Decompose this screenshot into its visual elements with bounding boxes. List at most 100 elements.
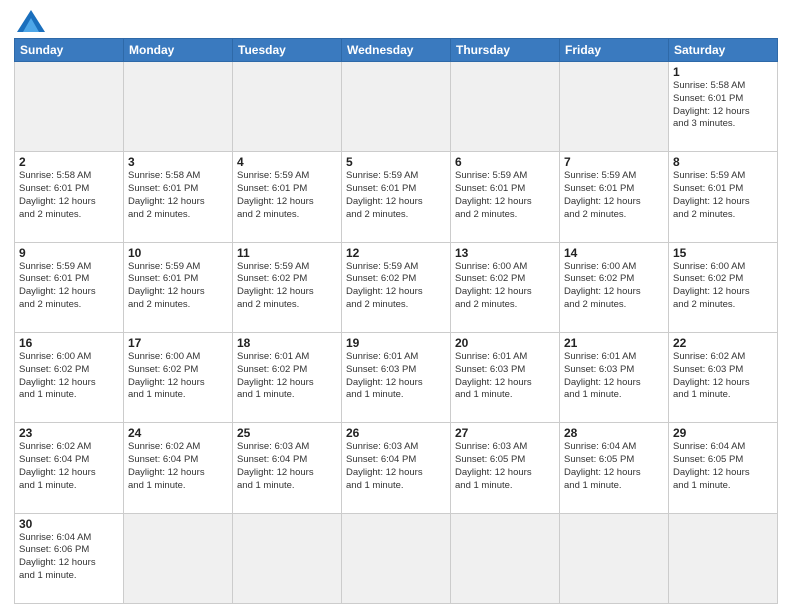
header: [14, 10, 778, 32]
day-number: 18: [237, 336, 337, 350]
calendar-day-cell: 16Sunrise: 6:00 AMSunset: 6:02 PMDayligh…: [15, 332, 124, 422]
day-number: 29: [673, 426, 773, 440]
day-info: Sunrise: 6:01 AMSunset: 6:03 PMDaylight:…: [455, 351, 555, 402]
day-info: Sunrise: 5:59 AMSunset: 6:01 PMDaylight:…: [455, 170, 555, 221]
calendar-day-cell: [124, 513, 233, 603]
calendar-day-cell: [451, 513, 560, 603]
calendar-day-cell: 27Sunrise: 6:03 AMSunset: 6:05 PMDayligh…: [451, 423, 560, 513]
day-number: 10: [128, 246, 228, 260]
day-number: 11: [237, 246, 337, 260]
calendar-week-row: 2 Sunrise: 5:58 AMSunset: 6:01 PMDaylight…: [15, 152, 778, 242]
calendar-day-cell: 22Sunrise: 6:02 AMSunset: 6:03 PMDayligh…: [669, 332, 778, 422]
day-info: Sunrise: 5:58 AMSunset: 6:01 PMDaylight:…: [128, 170, 228, 221]
day-number: 20: [455, 336, 555, 350]
calendar-day-cell: 15Sunrise: 6:00 AMSunset: 6:02 PMDayligh…: [669, 242, 778, 332]
day-number: 16: [19, 336, 119, 350]
weekday-header: Saturday: [669, 39, 778, 62]
calendar-day-cell: [451, 62, 560, 152]
calendar-day-cell: 18Sunrise: 6:01 AMSunset: 6:02 PMDayligh…: [233, 332, 342, 422]
day-info: Sunrise: 6:00 AMSunset: 6:02 PMDaylight:…: [455, 261, 555, 312]
calendar-week-row: 1Sunrise: 5:58 AMSunset: 6:01 PMDaylight…: [15, 62, 778, 152]
logo-icon: [17, 10, 45, 32]
calendar-day-cell: 6Sunrise: 5:59 AMSunset: 6:01 PMDaylight…: [451, 152, 560, 242]
calendar-day-cell: 30Sunrise: 6:04 AMSunset: 6:06 PMDayligh…: [15, 513, 124, 603]
calendar-day-cell: 12Sunrise: 5:59 AMSunset: 6:02 PMDayligh…: [342, 242, 451, 332]
calendar-day-cell: 8Sunrise: 5:59 AMSunset: 6:01 PMDaylight…: [669, 152, 778, 242]
day-info: Sunrise: 5:59 AMSunset: 6:01 PMDaylight:…: [128, 261, 228, 312]
day-info: Sunrise: 6:04 AMSunset: 6:05 PMDaylight:…: [673, 441, 773, 492]
calendar-day-cell: [124, 62, 233, 152]
day-info: Sunrise: 6:03 AMSunset: 6:05 PMDaylight:…: [455, 441, 555, 492]
day-info: Sunrise: 5:59 AMSunset: 6:02 PMDaylight:…: [346, 261, 446, 312]
day-info: Sunrise: 5:59 AMSunset: 6:01 PMDaylight:…: [19, 261, 119, 312]
day-info: Sunrise: 6:03 AMSunset: 6:04 PMDaylight:…: [237, 441, 337, 492]
weekday-header: Monday: [124, 39, 233, 62]
calendar-day-cell: [560, 62, 669, 152]
weekday-header: Friday: [560, 39, 669, 62]
calendar-day-cell: 9Sunrise: 5:59 AMSunset: 6:01 PMDaylight…: [15, 242, 124, 332]
day-number: 30: [19, 517, 119, 531]
calendar-week-row: 16Sunrise: 6:00 AMSunset: 6:02 PMDayligh…: [15, 332, 778, 422]
calendar-day-cell: 13Sunrise: 6:00 AMSunset: 6:02 PMDayligh…: [451, 242, 560, 332]
calendar-day-cell: 11Sunrise: 5:59 AMSunset: 6:02 PMDayligh…: [233, 242, 342, 332]
day-number: 24: [128, 426, 228, 440]
day-number: 6: [455, 155, 555, 169]
day-number: 19: [346, 336, 446, 350]
calendar-day-cell: 10Sunrise: 5:59 AMSunset: 6:01 PMDayligh…: [124, 242, 233, 332]
day-info: Sunrise: 6:00 AMSunset: 6:02 PMDaylight:…: [673, 261, 773, 312]
day-info: Sunrise: 6:01 AMSunset: 6:03 PMDaylight:…: [564, 351, 664, 402]
calendar-day-cell: [342, 513, 451, 603]
calendar-day-cell: 7Sunrise: 5:59 AMSunset: 6:01 PMDaylight…: [560, 152, 669, 242]
calendar-day-cell: 23Sunrise: 6:02 AMSunset: 6:04 PMDayligh…: [15, 423, 124, 513]
calendar-day-cell: [342, 62, 451, 152]
day-info: Sunrise: 6:04 AMSunset: 6:06 PMDaylight:…: [19, 532, 119, 583]
day-number: 25: [237, 426, 337, 440]
day-info: Sunrise: 6:00 AMSunset: 6:02 PMDaylight:…: [564, 261, 664, 312]
calendar-day-cell: 25Sunrise: 6:03 AMSunset: 6:04 PMDayligh…: [233, 423, 342, 513]
day-number: 14: [564, 246, 664, 260]
weekday-header: Sunday: [15, 39, 124, 62]
calendar-day-cell: [15, 62, 124, 152]
calendar-day-cell: 2Sunrise: 5:58 AMSunset: 6:01 PMDaylight…: [15, 152, 124, 242]
calendar-day-cell: 1Sunrise: 5:58 AMSunset: 6:01 PMDaylight…: [669, 62, 778, 152]
calendar-table: SundayMondayTuesdayWednesdayThursdayFrid…: [14, 38, 778, 604]
calendar-week-row: 23Sunrise: 6:02 AMSunset: 6:04 PMDayligh…: [15, 423, 778, 513]
day-number: 28: [564, 426, 664, 440]
weekday-header: Wednesday: [342, 39, 451, 62]
day-number: 15: [673, 246, 773, 260]
calendar-day-cell: 4Sunrise: 5:59 AMSunset: 6:01 PMDaylight…: [233, 152, 342, 242]
day-number: 23: [19, 426, 119, 440]
weekday-header: Thursday: [451, 39, 560, 62]
calendar-body: 1 Sunrise: 5:58 AMSunset: 6:01 PMDaylight…: [15, 62, 778, 604]
calendar-day-cell: 17Sunrise: 6:00 AMSunset: 6:02 PMDayligh…: [124, 332, 233, 422]
day-number: 9: [19, 246, 119, 260]
day-number: 17: [128, 336, 228, 350]
day-number: 1: [673, 65, 773, 79]
day-info: Sunrise: 5:59 AMSunset: 6:02 PMDaylight:…: [237, 261, 337, 312]
calendar-day-cell: 26Sunrise: 6:03 AMSunset: 6:04 PMDayligh…: [342, 423, 451, 513]
day-number: 26: [346, 426, 446, 440]
calendar-day-cell: 24Sunrise: 6:02 AMSunset: 6:04 PMDayligh…: [124, 423, 233, 513]
calendar-day-cell: 28Sunrise: 6:04 AMSunset: 6:05 PMDayligh…: [560, 423, 669, 513]
calendar-day-cell: [669, 513, 778, 603]
day-number: 13: [455, 246, 555, 260]
day-info: Sunrise: 5:59 AMSunset: 6:01 PMDaylight:…: [673, 170, 773, 221]
day-number: 2: [19, 155, 119, 169]
day-info: Sunrise: 6:00 AMSunset: 6:02 PMDaylight:…: [19, 351, 119, 402]
day-number: 22: [673, 336, 773, 350]
calendar-week-row: 30Sunrise: 6:04 AMSunset: 6:06 PMDayligh…: [15, 513, 778, 603]
day-number: 21: [564, 336, 664, 350]
day-number: 12: [346, 246, 446, 260]
calendar-day-cell: 29Sunrise: 6:04 AMSunset: 6:05 PMDayligh…: [669, 423, 778, 513]
day-info: Sunrise: 6:04 AMSunset: 6:05 PMDaylight:…: [564, 441, 664, 492]
day-number: 5: [346, 155, 446, 169]
calendar-day-cell: [560, 513, 669, 603]
day-number: 27: [455, 426, 555, 440]
page: SundayMondayTuesdayWednesdayThursdayFrid…: [0, 0, 792, 612]
day-number: 7: [564, 155, 664, 169]
day-info: Sunrise: 6:01 AMSunset: 6:02 PMDaylight:…: [237, 351, 337, 402]
day-info: Sunrise: 6:00 AMSunset: 6:02 PMDaylight:…: [128, 351, 228, 402]
calendar-day-cell: [233, 513, 342, 603]
calendar-day-cell: [233, 62, 342, 152]
day-info: Sunrise: 6:02 AMSunset: 6:03 PMDaylight:…: [673, 351, 773, 402]
